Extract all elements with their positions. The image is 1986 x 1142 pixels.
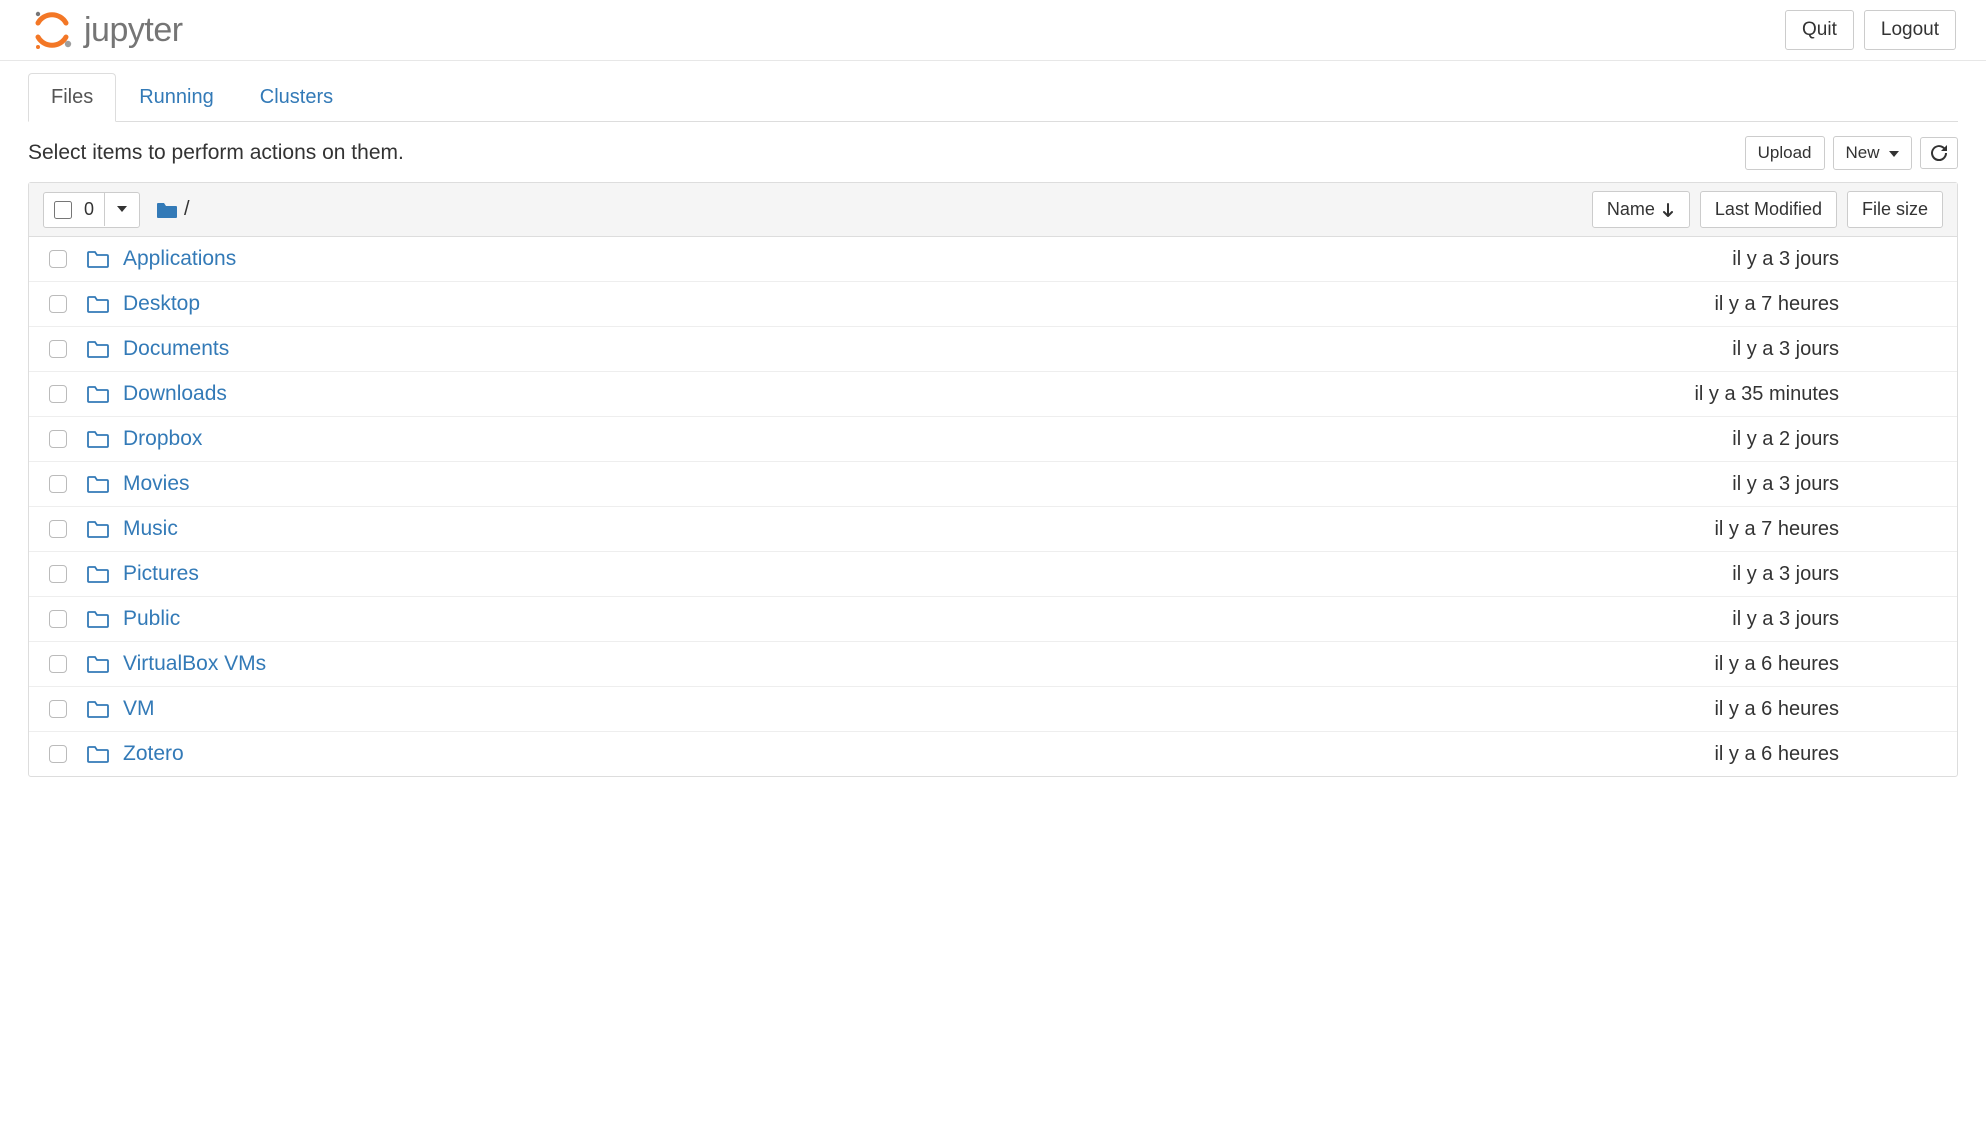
row-checkbox[interactable]	[49, 475, 67, 493]
select-all-control[interactable]: 0	[43, 192, 140, 228]
folder-outline-icon	[87, 385, 109, 403]
item-modified: il y a 3 jours	[1619, 563, 1839, 586]
list-item: VirtualBox VMs il y a 6 heures	[29, 642, 1957, 687]
jupyter-logo-icon	[30, 8, 74, 52]
row-checkbox[interactable]	[49, 385, 67, 403]
item-name-link[interactable]: Applications	[123, 247, 236, 271]
sort-name-button[interactable]: Name	[1592, 191, 1690, 228]
folder-outline-icon	[87, 475, 109, 493]
folder-outline-icon	[87, 340, 109, 358]
caret-down-icon	[1889, 151, 1899, 157]
row-checkbox[interactable]	[49, 250, 67, 268]
toolbar-hint: Select items to perform actions on them.	[28, 141, 404, 165]
item-modified: il y a 3 jours	[1619, 248, 1839, 271]
upload-button[interactable]: Upload	[1745, 136, 1825, 170]
folder-outline-icon	[87, 430, 109, 448]
row-checkbox[interactable]	[49, 340, 67, 358]
item-modified: il y a 3 jours	[1619, 338, 1839, 361]
breadcrumb-root[interactable]: /	[184, 198, 190, 221]
tabs: Files Running Clusters	[28, 73, 1958, 122]
list-item: Zotero il y a 6 heures	[29, 732, 1957, 776]
item-name-link[interactable]: VirtualBox VMs	[123, 652, 266, 676]
list-item: Pictures il y a 3 jours	[29, 552, 1957, 597]
sort-size-button[interactable]: File size	[1847, 191, 1943, 228]
item-modified: il y a 7 heures	[1619, 518, 1839, 541]
toolbar: Select items to perform actions on them.…	[28, 122, 1958, 182]
row-checkbox[interactable]	[49, 655, 67, 673]
item-name-link[interactable]: Movies	[123, 472, 190, 496]
file-rows: Applications il y a 3 jours Desktop il y a …	[29, 237, 1957, 776]
item-name-link[interactable]: Pictures	[123, 562, 199, 586]
folder-outline-icon	[87, 700, 109, 718]
item-name-link[interactable]: Dropbox	[123, 427, 202, 451]
caret-down-icon	[117, 206, 127, 212]
folder-outline-icon	[87, 250, 109, 268]
arrow-down-icon	[1661, 203, 1675, 217]
item-name-link[interactable]: Desktop	[123, 292, 200, 316]
item-modified: il y a 6 heures	[1619, 698, 1839, 721]
item-modified: il y a 3 jours	[1619, 608, 1839, 631]
sort-modified-button[interactable]: Last Modified	[1700, 191, 1837, 228]
breadcrumb: /	[156, 198, 190, 221]
item-name-link[interactable]: Documents	[123, 337, 229, 361]
folder-outline-icon	[87, 655, 109, 673]
file-list-header: 0 / Name Last Modified File size	[29, 183, 1957, 237]
item-name-link[interactable]: VM	[123, 697, 155, 721]
item-name-link[interactable]: Zotero	[123, 742, 184, 766]
tab-running[interactable]: Running	[116, 73, 237, 122]
row-checkbox[interactable]	[49, 565, 67, 583]
refresh-button[interactable]	[1920, 137, 1958, 169]
item-modified: il y a 6 heures	[1619, 653, 1839, 676]
quit-button[interactable]: Quit	[1785, 10, 1854, 50]
header-buttons: Quit Logout	[1785, 10, 1956, 50]
list-item: Music il y a 7 heures	[29, 507, 1957, 552]
new-dropdown-button[interactable]: New	[1833, 136, 1912, 170]
name-column-label: Name	[1607, 199, 1655, 220]
list-item: Applications il y a 3 jours	[29, 237, 1957, 282]
item-name-link[interactable]: Public	[123, 607, 180, 631]
jupyter-logo-text: jupyter	[84, 11, 183, 50]
list-item: Documents il y a 3 jours	[29, 327, 1957, 372]
file-list: 0 / Name Last Modified File size Applica…	[28, 182, 1958, 777]
folder-outline-icon	[87, 520, 109, 538]
item-modified: il y a 3 jours	[1619, 473, 1839, 496]
row-checkbox[interactable]	[49, 430, 67, 448]
row-checkbox[interactable]	[49, 295, 67, 313]
logout-button[interactable]: Logout	[1864, 10, 1956, 50]
row-checkbox[interactable]	[49, 520, 67, 538]
selected-count: 0	[80, 193, 105, 226]
list-item: Dropbox il y a 2 jours	[29, 417, 1957, 462]
item-name-link[interactable]: Downloads	[123, 382, 227, 406]
row-checkbox[interactable]	[49, 700, 67, 718]
list-item: VM il y a 6 heures	[29, 687, 1957, 732]
item-modified: il y a 35 minutes	[1619, 383, 1839, 406]
tab-files[interactable]: Files	[28, 73, 116, 122]
item-modified: il y a 2 jours	[1619, 428, 1839, 451]
folder-outline-icon	[87, 295, 109, 313]
item-name-link[interactable]: Music	[123, 517, 178, 541]
list-item: Public il y a 3 jours	[29, 597, 1957, 642]
jupyter-logo[interactable]: jupyter	[30, 8, 183, 52]
folder-outline-icon	[87, 610, 109, 628]
new-button-label: New	[1846, 143, 1880, 162]
list-item: Downloads il y a 35 minutes	[29, 372, 1957, 417]
list-item: Desktop il y a 7 heures	[29, 282, 1957, 327]
list-item: Movies il y a 3 jours	[29, 462, 1957, 507]
tab-clusters[interactable]: Clusters	[237, 73, 356, 122]
page-header: jupyter Quit Logout	[0, 0, 1986, 61]
item-modified: il y a 6 heures	[1619, 743, 1839, 766]
select-all-checkbox[interactable]	[54, 201, 72, 219]
row-checkbox[interactable]	[49, 745, 67, 763]
select-menu-toggle[interactable]	[105, 193, 139, 227]
folder-outline-icon	[87, 745, 109, 763]
row-checkbox[interactable]	[49, 610, 67, 628]
folder-outline-icon	[87, 565, 109, 583]
item-modified: il y a 7 heures	[1619, 293, 1839, 316]
refresh-icon	[1931, 145, 1947, 161]
folder-icon[interactable]	[156, 201, 178, 219]
